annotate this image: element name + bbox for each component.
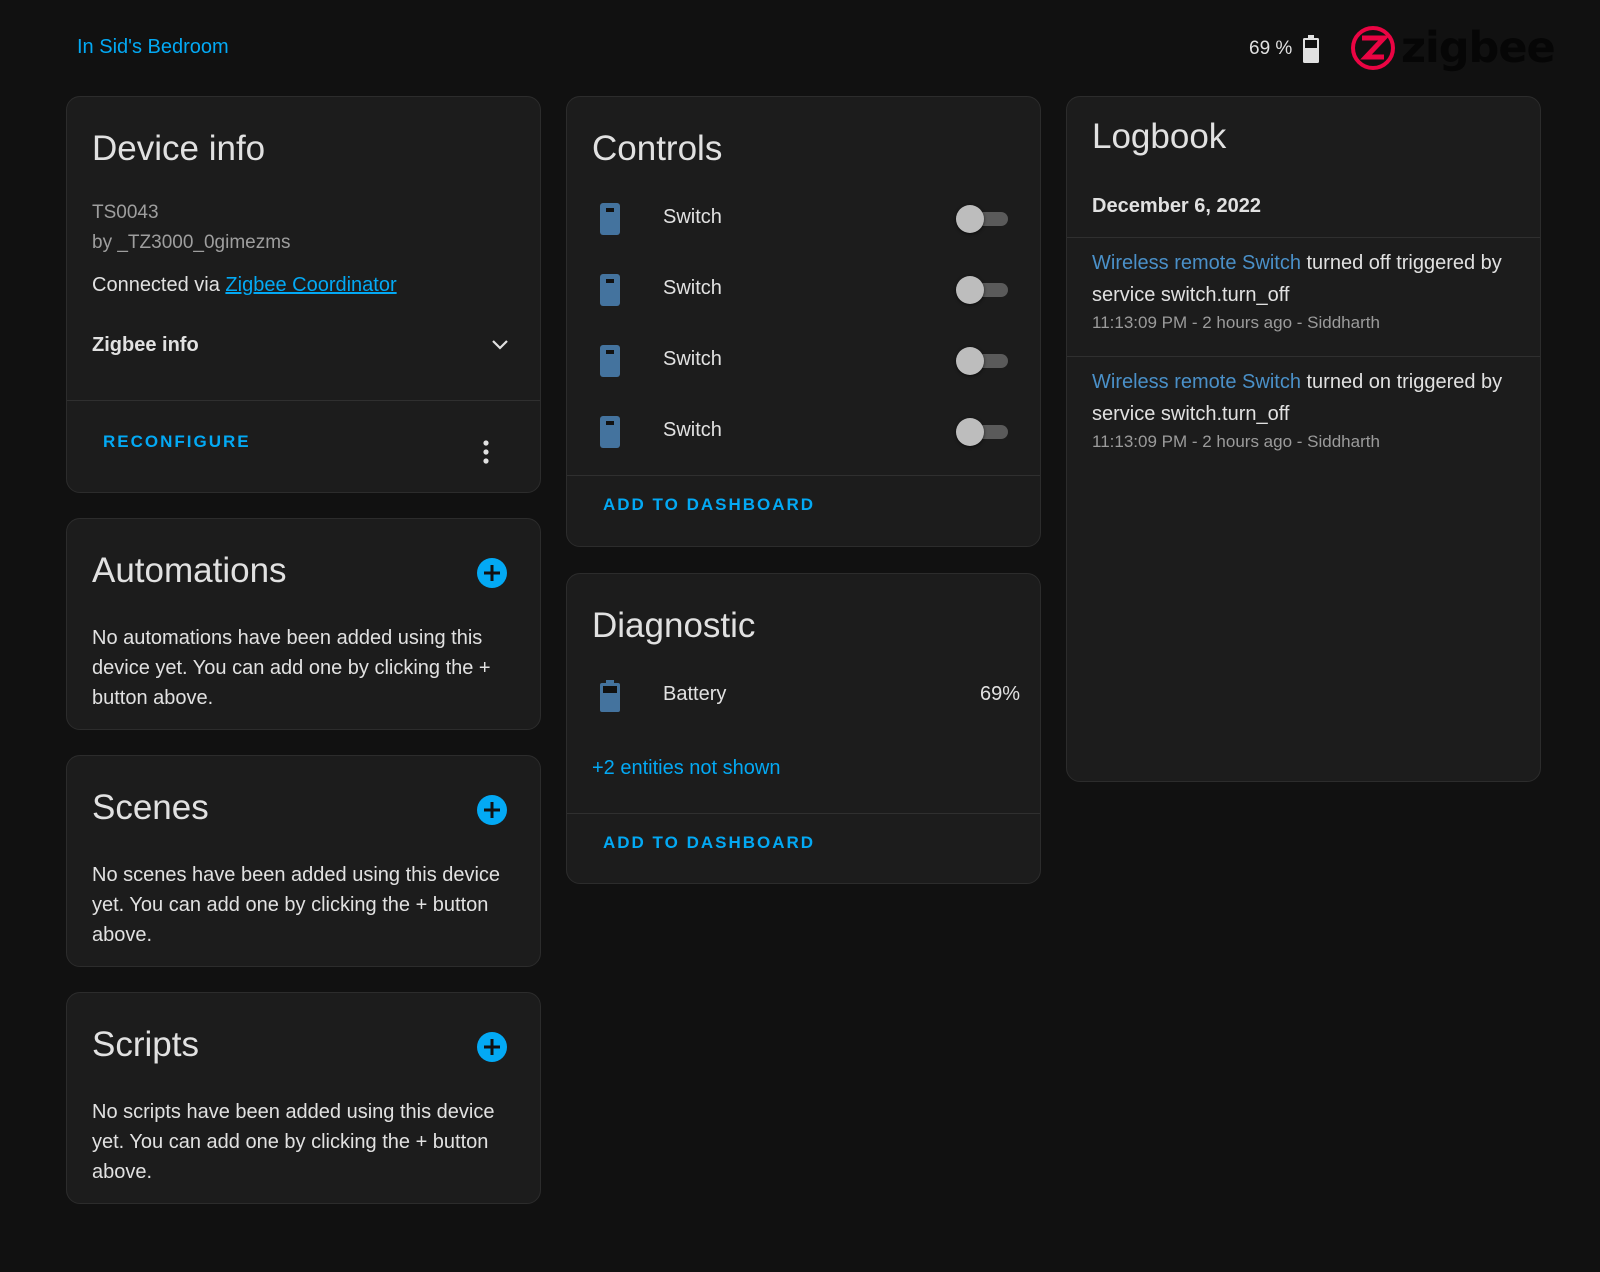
control-row[interactable]: Switch: [567, 194, 1042, 242]
top-bar: In Sid's Bedroom 69 % zigbee: [0, 0, 1600, 96]
battery-entity-icon: [600, 680, 620, 712]
remote-switch-icon: [600, 345, 620, 377]
logbook-title: Logbook: [1092, 117, 1227, 156]
zigbee-logo: zigbee: [1351, 23, 1556, 73]
controls-title: Controls: [592, 129, 723, 168]
switch-toggle[interactable]: [956, 418, 1010, 446]
control-row[interactable]: Switch: [567, 336, 1042, 384]
divider: [1067, 356, 1540, 357]
add-to-dashboard-button[interactable]: ADD TO DASHBOARD: [603, 833, 815, 853]
add-to-dashboard-button[interactable]: ADD TO DASHBOARD: [603, 495, 815, 515]
switch-toggle[interactable]: [956, 347, 1010, 375]
divider: [567, 813, 1040, 814]
toggle-thumb: [956, 347, 984, 375]
control-label: Switch: [663, 419, 722, 441]
device-model: TS0043: [92, 202, 159, 223]
divider: [567, 475, 1040, 476]
remote-switch-icon: [600, 416, 620, 448]
zigbee-logo-icon: [1351, 26, 1395, 70]
log-meta: 11:13:09 PM - 2 hours ago - Siddharth: [1092, 432, 1380, 451]
diagnostic-label: Battery: [663, 683, 727, 705]
connected-prefix: Connected via: [92, 274, 226, 296]
toggle-thumb: [956, 205, 984, 233]
divider: [67, 400, 540, 401]
switch-toggle[interactable]: [956, 205, 1010, 233]
reconfigure-button[interactable]: RECONFIGURE: [103, 432, 251, 452]
remote-switch-icon: [600, 203, 620, 235]
remote-switch-icon: [600, 274, 620, 306]
log-entry: Wireless remote Switch turned on trigger…: [1092, 366, 1522, 452]
automations-title: Automations: [92, 551, 287, 590]
control-label: Switch: [663, 277, 722, 299]
control-label: Switch: [663, 206, 722, 228]
battery-icon: [1303, 35, 1320, 63]
controls-card: Controls Switch Switch Switch Switch ADD…: [566, 96, 1041, 547]
diagnostic-title: Diagnostic: [592, 606, 756, 645]
connected-via: Connected via Zigbee Coordinator: [92, 274, 397, 297]
zigbee-info-expander[interactable]: Zigbee info: [92, 330, 512, 360]
device-info-card: Device info TS0043 by _TZ3000_0gimezms C…: [66, 96, 541, 493]
zigbee-info-label: Zigbee info: [92, 333, 199, 356]
log-message: Wireless remote Switch turned on trigger…: [1092, 366, 1522, 430]
coordinator-link[interactable]: Zigbee Coordinator: [225, 274, 396, 296]
scenes-card: Scenes No scenes have been added using t…: [66, 755, 541, 967]
log-entity-link[interactable]: Wireless remote Switch: [1092, 252, 1301, 274]
control-label: Switch: [663, 348, 722, 370]
scenes-title: Scenes: [92, 788, 209, 827]
dots-vertical-icon[interactable]: [471, 437, 501, 467]
battery-value: 69%: [979, 683, 1020, 705]
diagnostic-row[interactable]: Battery 69%: [567, 671, 1042, 719]
switch-toggle[interactable]: [956, 276, 1010, 304]
control-row[interactable]: Switch: [567, 407, 1042, 455]
divider: [1067, 237, 1540, 238]
chevron-down-icon: [492, 340, 508, 350]
automations-empty-text: No automations have been added using thi…: [92, 627, 491, 709]
log-meta: 11:13:09 PM - 2 hours ago - Siddharth: [1092, 313, 1380, 332]
plus-circle-icon[interactable]: [477, 1032, 507, 1062]
area-link[interactable]: In Sid's Bedroom: [77, 36, 229, 59]
logbook-date: December 6, 2022: [1092, 195, 1262, 217]
battery-percent: 69 %: [1249, 38, 1293, 59]
scripts-empty-text: No scripts have been added using this de…: [92, 1101, 495, 1183]
battery-status: 69 %: [1249, 34, 1320, 64]
plus-circle-icon[interactable]: [477, 558, 507, 588]
device-manufacturer: by _TZ3000_0gimezms: [92, 232, 291, 253]
toggle-thumb: [956, 276, 984, 304]
log-message: Wireless remote Switch turned off trigge…: [1092, 247, 1522, 311]
scenes-empty-text: No scenes have been added using this dev…: [92, 864, 501, 946]
automations-card: Automations No automations have been add…: [66, 518, 541, 730]
entities-not-shown-link[interactable]: +2 entities not shown: [592, 757, 780, 780]
log-entity-link[interactable]: Wireless remote Switch: [1092, 371, 1301, 393]
plus-circle-icon[interactable]: [477, 795, 507, 825]
log-entry: Wireless remote Switch turned off trigge…: [1092, 247, 1522, 333]
scripts-card: Scripts No scripts have been added using…: [66, 992, 541, 1204]
logbook-card: Logbook December 6, 2022 Wireless remote…: [1066, 96, 1541, 782]
toggle-thumb: [956, 418, 984, 446]
scripts-title: Scripts: [92, 1025, 199, 1064]
diagnostic-card: Diagnostic Battery 69% +2 entities not s…: [566, 573, 1041, 884]
brand-name: zigbee: [1401, 23, 1556, 73]
control-row[interactable]: Switch: [567, 265, 1042, 313]
device-info-title: Device info: [92, 129, 266, 168]
